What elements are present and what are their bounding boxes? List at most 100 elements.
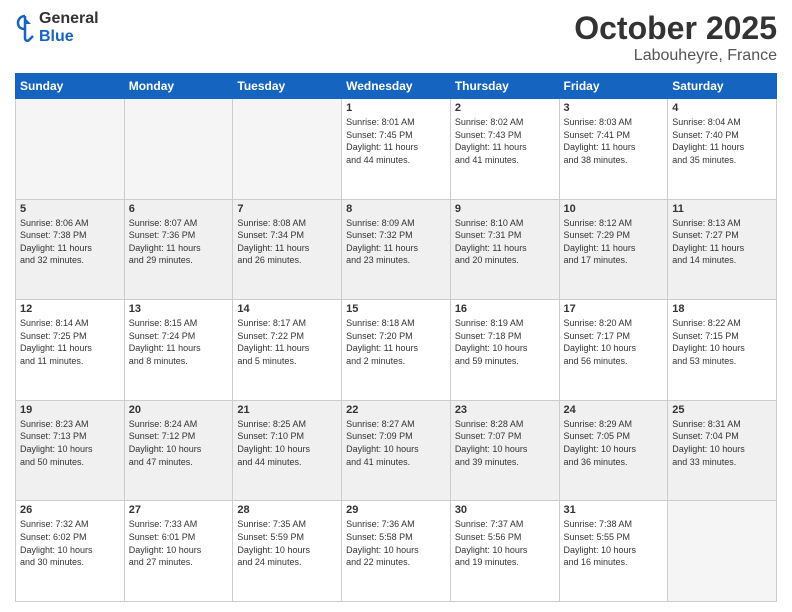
calendar-cell: 29 Sunrise: 7:36 AM Sunset: 5:58 PM Dayli… <box>342 501 451 602</box>
day-number: 7 <box>237 203 337 215</box>
day-number: 6 <box>129 203 229 215</box>
day-info: Sunrise: 8:24 AM Sunset: 7:12 PM Dayligh… <box>129 418 229 468</box>
day-info: Sunrise: 7:38 AM Sunset: 5:55 PM Dayligh… <box>564 518 664 568</box>
day-number: 15 <box>346 303 446 315</box>
calendar-cell: 12 Sunrise: 8:14 AM Sunset: 7:25 PM Dayli… <box>16 300 125 401</box>
calendar-header-row: SundayMondayTuesdayWednesdayThursdayFrid… <box>16 74 777 99</box>
logo-general: General <box>39 10 99 28</box>
calendar-cell: 7 Sunrise: 8:08 AM Sunset: 7:34 PM Daylig… <box>233 199 342 300</box>
day-info: Sunrise: 8:29 AM Sunset: 7:05 PM Dayligh… <box>564 418 664 468</box>
day-number: 8 <box>346 203 446 215</box>
day-info: Sunrise: 8:10 AM Sunset: 7:31 PM Dayligh… <box>455 217 555 267</box>
day-number: 20 <box>129 404 229 416</box>
day-info: Sunrise: 7:33 AM Sunset: 6:01 PM Dayligh… <box>129 518 229 568</box>
day-info: Sunrise: 8:13 AM Sunset: 7:27 PM Dayligh… <box>672 217 772 267</box>
day-info: Sunrise: 8:17 AM Sunset: 7:22 PM Dayligh… <box>237 317 337 367</box>
calendar-cell: 22Sunrise: 8:27 AM Sunset: 7:09 PM Dayli… <box>342 400 451 501</box>
day-info: Sunrise: 7:35 AM Sunset: 5:59 PM Dayligh… <box>237 518 337 568</box>
logo-icon <box>15 14 35 42</box>
calendar-table: SundayMondayTuesdayWednesdayThursdayFrid… <box>15 73 777 602</box>
day-info: Sunrise: 8:08 AM Sunset: 7:34 PM Dayligh… <box>237 217 337 267</box>
day-info: Sunrise: 8:25 AM Sunset: 7:10 PM Dayligh… <box>237 418 337 468</box>
calendar-cell: 2Sunrise: 8:02 AM Sunset: 7:43 PM Daylig… <box>450 99 559 200</box>
calendar-cell: 26 Sunrise: 7:32 AM Sunset: 6:02 PM Dayli… <box>16 501 125 602</box>
calendar-cell: 28 Sunrise: 7:35 AM Sunset: 5:59 PM Dayli… <box>233 501 342 602</box>
calendar-cell: 14Sunrise: 8:17 AM Sunset: 7:22 PM Dayli… <box>233 300 342 401</box>
calendar-cell: 1Sunrise: 8:01 AM Sunset: 7:45 PM Daylig… <box>342 99 451 200</box>
calendar-cell: 5Sunrise: 8:06 AM Sunset: 7:38 PM Daylig… <box>16 199 125 300</box>
calendar-cell: 21Sunrise: 8:25 AM Sunset: 7:10 PM Dayli… <box>233 400 342 501</box>
calendar-cell <box>124 99 233 200</box>
calendar-row-0: 1Sunrise: 8:01 AM Sunset: 7:45 PM Daylig… <box>16 99 777 200</box>
calendar-cell: 18Sunrise: 8:22 AM Sunset: 7:15 PM Dayli… <box>668 300 777 401</box>
calendar-row-2: 12 Sunrise: 8:14 AM Sunset: 7:25 PM Dayli… <box>16 300 777 401</box>
calendar-cell: 6Sunrise: 8:07 AM Sunset: 7:36 PM Daylig… <box>124 199 233 300</box>
day-info: Sunrise: 8:03 AM Sunset: 7:41 PM Dayligh… <box>564 116 664 166</box>
day-number: 11 <box>672 203 772 215</box>
day-info: Sunrise: 8:23 AM Sunset: 7:13 PM Dayligh… <box>20 418 120 468</box>
day-info: Sunrise: 8:31 AM Sunset: 7:04 PM Dayligh… <box>672 418 772 468</box>
title-block: October 2025 Labouheyre, France <box>574 10 777 65</box>
weekday-header-friday: Friday <box>559 74 668 99</box>
weekday-header-thursday: Thursday <box>450 74 559 99</box>
calendar-cell: 17 Sunrise: 8:20 AM Sunset: 7:17 PM Dayli… <box>559 300 668 401</box>
day-number: 22 <box>346 404 446 416</box>
calendar-cell: 31 Sunrise: 7:38 AM Sunset: 5:55 PM Dayli… <box>559 501 668 602</box>
logo: General Blue <box>15 10 99 45</box>
day-number: 30 <box>455 504 555 516</box>
day-info: Sunrise: 8:02 AM Sunset: 7:43 PM Dayligh… <box>455 116 555 166</box>
logo-blue: Blue <box>39 28 99 46</box>
day-number: 13 <box>129 303 229 315</box>
calendar-cell: 9 Sunrise: 8:10 AM Sunset: 7:31 PM Daylig… <box>450 199 559 300</box>
day-info: Sunrise: 8:20 AM Sunset: 7:17 PM Dayligh… <box>564 317 664 367</box>
day-number: 12 <box>20 303 120 315</box>
calendar-cell: 24Sunrise: 8:29 AM Sunset: 7:05 PM Dayli… <box>559 400 668 501</box>
day-info: Sunrise: 8:14 AM Sunset: 7:25 PM Dayligh… <box>20 317 120 367</box>
day-number: 9 <box>455 203 555 215</box>
calendar-cell: 8 Sunrise: 8:09 AM Sunset: 7:32 PM Daylig… <box>342 199 451 300</box>
calendar-row-3: 19Sunrise: 8:23 AM Sunset: 7:13 PM Dayli… <box>16 400 777 501</box>
day-number: 28 <box>237 504 337 516</box>
weekday-header-sunday: Sunday <box>16 74 125 99</box>
day-number: 17 <box>564 303 664 315</box>
calendar-cell <box>233 99 342 200</box>
calendar-cell <box>668 501 777 602</box>
calendar-cell: 23Sunrise: 8:28 AM Sunset: 7:07 PM Dayli… <box>450 400 559 501</box>
calendar-cell: 20 Sunrise: 8:24 AM Sunset: 7:12 PM Dayli… <box>124 400 233 501</box>
header: General Blue October 2025 Labouheyre, Fr… <box>15 10 777 65</box>
day-number: 4 <box>672 102 772 114</box>
calendar-cell: 25 Sunrise: 8:31 AM Sunset: 7:04 PM Dayli… <box>668 400 777 501</box>
weekday-header-wednesday: Wednesday <box>342 74 451 99</box>
calendar-cell: 10Sunrise: 8:12 AM Sunset: 7:29 PM Dayli… <box>559 199 668 300</box>
day-info: Sunrise: 7:37 AM Sunset: 5:56 PM Dayligh… <box>455 518 555 568</box>
day-info: Sunrise: 7:36 AM Sunset: 5:58 PM Dayligh… <box>346 518 446 568</box>
calendar-cell: 3 Sunrise: 8:03 AM Sunset: 7:41 PM Daylig… <box>559 99 668 200</box>
calendar-cell: 13 Sunrise: 8:15 AM Sunset: 7:24 PM Dayli… <box>124 300 233 401</box>
month-title: October 2025 <box>574 10 777 47</box>
day-info: Sunrise: 8:15 AM Sunset: 7:24 PM Dayligh… <box>129 317 229 367</box>
day-number: 25 <box>672 404 772 416</box>
day-info: Sunrise: 8:18 AM Sunset: 7:20 PM Dayligh… <box>346 317 446 367</box>
location: Labouheyre, France <box>574 47 777 65</box>
day-number: 23 <box>455 404 555 416</box>
day-info: Sunrise: 7:32 AM Sunset: 6:02 PM Dayligh… <box>20 518 120 568</box>
day-info: Sunrise: 8:01 AM Sunset: 7:45 PM Dayligh… <box>346 116 446 166</box>
page: General Blue October 2025 Labouheyre, Fr… <box>0 0 792 612</box>
calendar-cell <box>16 99 125 200</box>
calendar-cell: 4Sunrise: 8:04 AM Sunset: 7:40 PM Daylig… <box>668 99 777 200</box>
day-info: Sunrise: 8:09 AM Sunset: 7:32 PM Dayligh… <box>346 217 446 267</box>
day-number: 31 <box>564 504 664 516</box>
calendar-cell: 16 Sunrise: 8:19 AM Sunset: 7:18 PM Dayli… <box>450 300 559 401</box>
day-info: Sunrise: 8:06 AM Sunset: 7:38 PM Dayligh… <box>20 217 120 267</box>
day-number: 3 <box>564 102 664 114</box>
day-info: Sunrise: 8:19 AM Sunset: 7:18 PM Dayligh… <box>455 317 555 367</box>
day-info: Sunrise: 8:12 AM Sunset: 7:29 PM Dayligh… <box>564 217 664 267</box>
weekday-header-monday: Monday <box>124 74 233 99</box>
calendar-cell: 15 Sunrise: 8:18 AM Sunset: 7:20 PM Dayli… <box>342 300 451 401</box>
day-number: 26 <box>20 504 120 516</box>
calendar-cell: 19Sunrise: 8:23 AM Sunset: 7:13 PM Dayli… <box>16 400 125 501</box>
day-number: 29 <box>346 504 446 516</box>
calendar-cell: 27Sunrise: 7:33 AM Sunset: 6:01 PM Dayli… <box>124 501 233 602</box>
day-number: 16 <box>455 303 555 315</box>
weekday-header-saturday: Saturday <box>668 74 777 99</box>
